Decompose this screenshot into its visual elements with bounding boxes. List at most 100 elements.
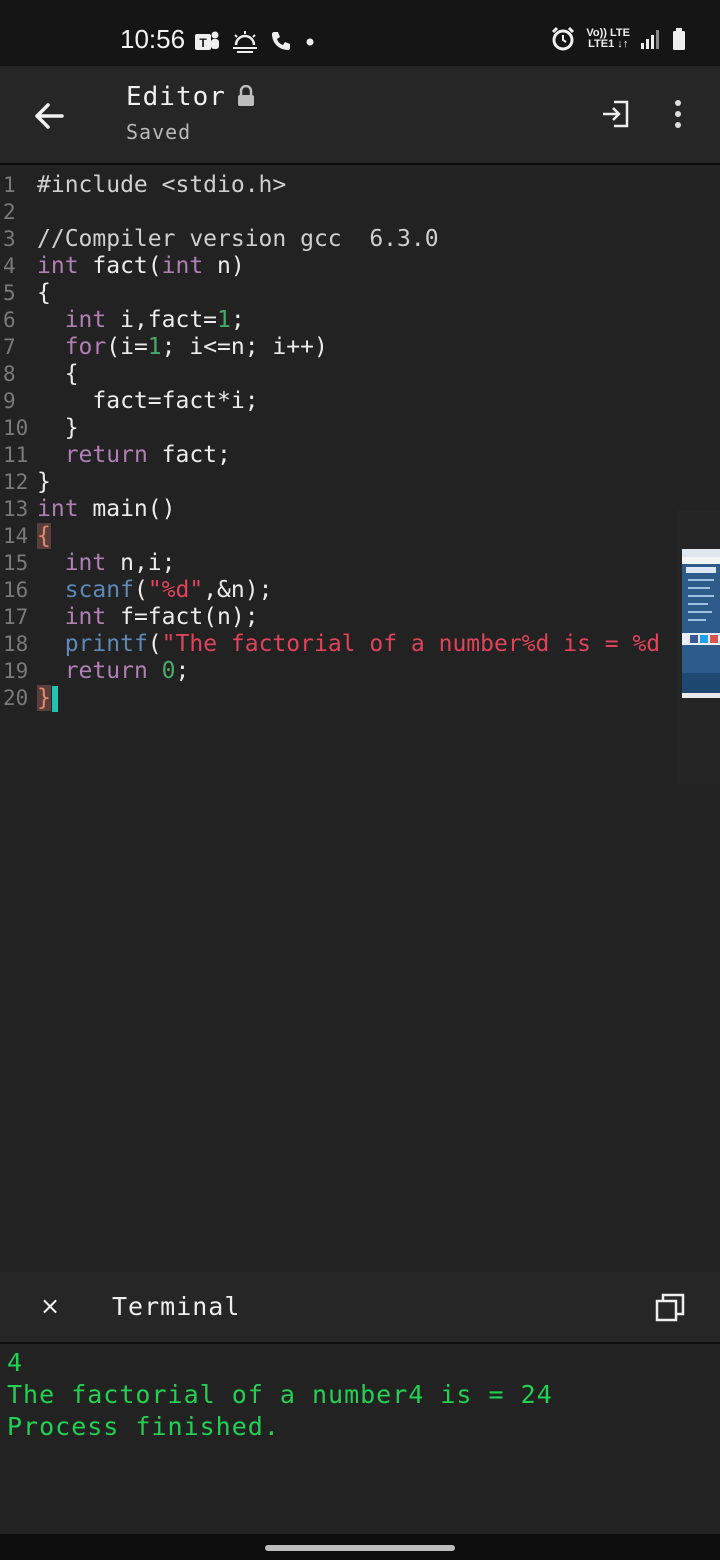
line-code: scanf("%d",&n);: [64, 577, 273, 603]
code-line: 1 #include <stdio.h>: [0, 172, 680, 199]
line-code: {: [37, 280, 51, 306]
line-code: }: [37, 415, 79, 441]
app-bar: Editor Saved: [0, 66, 720, 165]
line-number: 16: [3, 578, 29, 602]
line-number: 5: [3, 281, 16, 305]
page-title: Editor: [126, 82, 226, 112]
code-line: 14 {: [0, 523, 680, 550]
terminal-title: Terminal: [112, 1292, 241, 1321]
line-number: 12: [3, 470, 29, 494]
signal-icon: [641, 30, 659, 49]
code-line: 9 fact=fact*i;: [0, 388, 680, 415]
code-line: 8 {: [0, 361, 680, 388]
code-line: 18 printf("The factorial of a number%d i…: [0, 631, 680, 658]
weather-icon: [233, 31, 257, 53]
line-code: {: [37, 523, 667, 550]
line-code: }: [37, 685, 667, 712]
line-number: 3: [3, 227, 16, 251]
line-code: return 0;: [64, 658, 190, 684]
line-number: 11: [3, 443, 29, 467]
line-number: 7: [3, 335, 16, 359]
line-number: 20: [3, 686, 29, 710]
code-line: 10 }: [0, 415, 680, 442]
text-cursor: [51, 685, 58, 712]
battery-icon: [673, 28, 685, 50]
line-code: int fact(int n): [37, 253, 245, 279]
code-line: 2: [0, 199, 680, 226]
line-number: 18: [3, 632, 29, 656]
terminal-output: 4 The factorial of a number4 is = 24 Pro…: [0, 1344, 720, 1534]
code-line: 15 int n,i;: [0, 550, 680, 577]
line-number: 17: [3, 605, 29, 629]
back-button[interactable]: [30, 96, 70, 136]
status-notification-icons: T: [193, 28, 317, 54]
line-number: 6: [3, 308, 16, 332]
copy-output-button[interactable]: [654, 1292, 686, 1324]
lock-icon: [238, 85, 255, 106]
terminal-line: Process finished.: [7, 1412, 280, 1441]
line-number: 14: [3, 524, 29, 548]
line-code: int i,fact=1;: [64, 307, 245, 333]
code-line: 4 int fact(int n): [0, 253, 680, 280]
save-status: Saved: [126, 120, 192, 144]
copy-icon: [655, 1293, 685, 1322]
line-code: return fact;: [64, 442, 231, 468]
more-vertical-icon: [675, 100, 681, 128]
line-number: 10: [3, 416, 29, 440]
line-code: int main(): [37, 496, 176, 522]
code-line: 3 //Compiler version gcc 6.3.0: [0, 226, 680, 253]
code-line: 20}: [0, 685, 680, 712]
status-system-icons: Vo)) LTE LTE1 ↓↑: [550, 26, 686, 52]
line-number: 15: [3, 551, 29, 575]
svg-text:T: T: [199, 36, 207, 50]
close-terminal-button[interactable]: ×: [38, 1292, 62, 1320]
title-group: Editor Saved: [126, 82, 255, 144]
floating-thumbnail[interactable]: [682, 549, 720, 698]
line-number: 9: [3, 389, 16, 413]
line-number: 2: [3, 200, 16, 224]
matched-brace: }: [37, 685, 51, 711]
line-code: //Compiler version gcc 6.3.0: [37, 226, 439, 252]
enter-button[interactable]: [600, 98, 632, 130]
line-number: 8: [3, 362, 16, 386]
line-number: 13: [3, 497, 29, 521]
more-options-button[interactable]: [670, 98, 686, 132]
code-line: 7 for(i=1; i<=n; i++): [0, 334, 680, 361]
network-indicator: Vo)) LTE LTE1 ↓↑: [586, 28, 630, 50]
back-arrow-icon: [35, 103, 64, 129]
line-code: for(i=1; i<=n; i++): [64, 334, 328, 360]
code-line: 16 scanf("%d",&n);: [0, 577, 680, 604]
status-bar: 10:56 T Vo)) LTE LTE1 ↓↑: [0, 0, 720, 66]
code-line: 12}: [0, 469, 680, 496]
enter-icon: [603, 100, 629, 128]
code-line: 11 return fact;: [0, 442, 680, 469]
status-time: 10:56: [120, 24, 186, 54]
teams-icon: T: [195, 31, 219, 50]
line-code: int n,i;: [64, 550, 176, 576]
code-line: 13 int main(): [0, 496, 680, 523]
terminal-header: × Terminal: [0, 1272, 720, 1344]
line-code: {: [37, 361, 79, 387]
line-code: fact=fact*i;: [37, 388, 259, 414]
terminal-line: 4: [7, 1348, 24, 1377]
code-line: 6 int i,fact=1;: [0, 307, 680, 334]
code-line: 5{: [0, 280, 680, 307]
dot-icon: [306, 38, 314, 46]
code-line: 19 return 0;: [0, 658, 680, 685]
line-number: 19: [3, 659, 29, 683]
line-number: 4: [3, 254, 16, 278]
thumbnail-preview-image: [682, 549, 720, 698]
phone-call-icon: [272, 32, 290, 50]
line-code: #include <stdio.h>: [37, 172, 287, 198]
home-indicator[interactable]: [265, 1545, 455, 1551]
line-code: }: [37, 469, 51, 495]
alarm-icon: [552, 26, 575, 51]
matched-brace: {: [37, 523, 51, 549]
line-number: 1: [3, 173, 16, 197]
code-line: 17 int f=fact(n);: [0, 604, 680, 631]
network-bottom-label: LTE1 ↓↑: [588, 38, 629, 50]
system-navigation-bar: [0, 1534, 720, 1560]
line-code: int f=fact(n);: [64, 604, 259, 630]
terminal-line: The factorial of a number4 is = 24: [7, 1380, 553, 1409]
code-editor[interactable]: 1 #include <stdio.h> 2 3 //Compiler versio…: [0, 165, 720, 1270]
